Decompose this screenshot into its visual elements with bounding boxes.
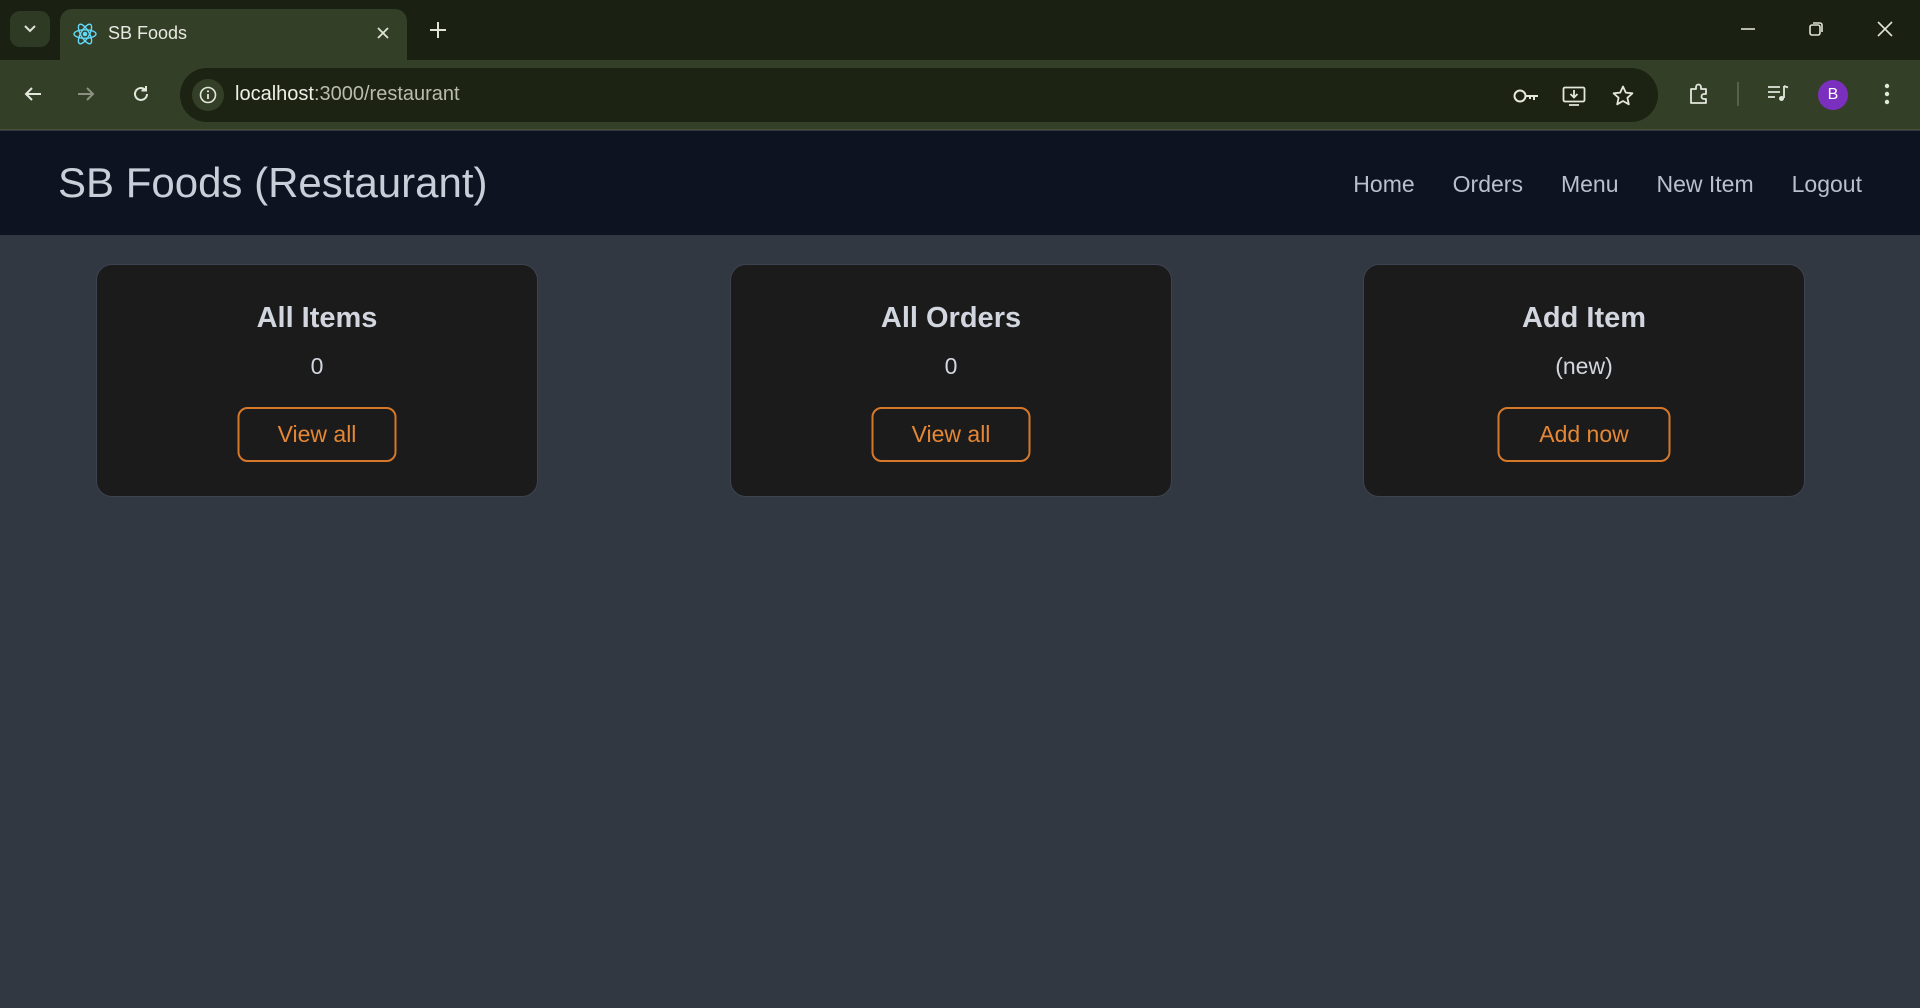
star-icon: [1612, 85, 1634, 106]
password-key-button[interactable]: [1511, 81, 1541, 111]
app-navbar: SB Foods (Restaurant) Home Orders Menu N…: [0, 131, 1920, 235]
site-info-button[interactable]: [192, 79, 224, 111]
bookmark-star-button[interactable]: [1608, 81, 1638, 111]
browser-menu-button[interactable]: [1870, 76, 1904, 112]
nav-orders[interactable]: Orders: [1453, 171, 1523, 198]
profile-avatar[interactable]: B: [1818, 80, 1848, 110]
app-brand[interactable]: SB Foods (Restaurant): [58, 159, 488, 207]
browser-tab-strip: SB Foods: [0, 0, 1920, 60]
media-controls-button[interactable]: [1761, 76, 1795, 112]
card-subtitle: (new): [1555, 353, 1613, 379]
tab-search-button[interactable]: [10, 11, 50, 47]
add-item-card: Add Item (new) Add now: [1363, 264, 1805, 497]
key-icon: [1513, 89, 1538, 103]
minimize-icon: [1741, 28, 1755, 30]
toolbar-divider: [1737, 82, 1739, 106]
view-all-items-button[interactable]: View all: [237, 407, 397, 462]
close-icon: [377, 27, 389, 39]
view-all-orders-button[interactable]: View all: [871, 407, 1031, 462]
nav-new-item[interactable]: New Item: [1657, 171, 1754, 198]
back-button[interactable]: [13, 74, 53, 114]
tab-title: SB Foods: [108, 23, 188, 43]
all-orders-card: All Orders 0 View all: [730, 264, 1172, 497]
install-app-button[interactable]: [1559, 81, 1589, 111]
all-items-card: All Items 0 View all: [96, 264, 538, 497]
reload-button[interactable]: [121, 74, 161, 114]
install-icon: [1562, 86, 1586, 106]
new-tab-button[interactable]: [424, 13, 452, 47]
card-title: Add Item: [1521, 302, 1647, 334]
browser-toolbar: localhost:3000/restaurant B: [0, 60, 1920, 130]
url-text[interactable]: localhost:3000/restaurant: [235, 83, 460, 106]
restore-icon: [1809, 22, 1823, 36]
browser-tab[interactable]: SB Foods: [60, 9, 407, 60]
react-icon: [73, 23, 97, 45]
tab-close-button[interactable]: [371, 21, 395, 45]
plus-icon: [430, 22, 446, 38]
chevron-down-icon: [24, 25, 36, 33]
more-vertical-icon: [1884, 83, 1890, 105]
nav-menu[interactable]: Menu: [1561, 171, 1619, 198]
url-path: :3000/restaurant: [313, 83, 460, 105]
arrow-right-icon: [78, 87, 95, 101]
extensions-button[interactable]: [1682, 76, 1716, 112]
orders-count: 0: [944, 353, 958, 379]
puzzle-icon: [1690, 83, 1707, 104]
nav-links: Home Orders Menu New Item Logout: [1353, 171, 1862, 198]
reload-icon: [134, 86, 148, 101]
close-icon: [1877, 21, 1893, 37]
add-now-button[interactable]: Add now: [1497, 407, 1671, 462]
card-title: All Orders: [880, 302, 1022, 334]
arrow-left-icon: [24, 87, 41, 101]
close-window-button[interactable]: [1860, 8, 1910, 50]
address-bar[interactable]: localhost:3000/restaurant: [180, 68, 1658, 122]
items-count: 0: [310, 353, 324, 379]
minimize-button[interactable]: [1723, 8, 1773, 50]
restore-button[interactable]: [1791, 8, 1841, 50]
url-host: localhost: [235, 83, 314, 105]
nav-logout[interactable]: Logout: [1792, 171, 1862, 198]
card-title: All Items: [256, 302, 378, 334]
music-queue-icon: [1768, 85, 1789, 101]
info-icon: [199, 86, 217, 104]
nav-home[interactable]: Home: [1353, 171, 1414, 198]
forward-button[interactable]: [66, 74, 106, 114]
